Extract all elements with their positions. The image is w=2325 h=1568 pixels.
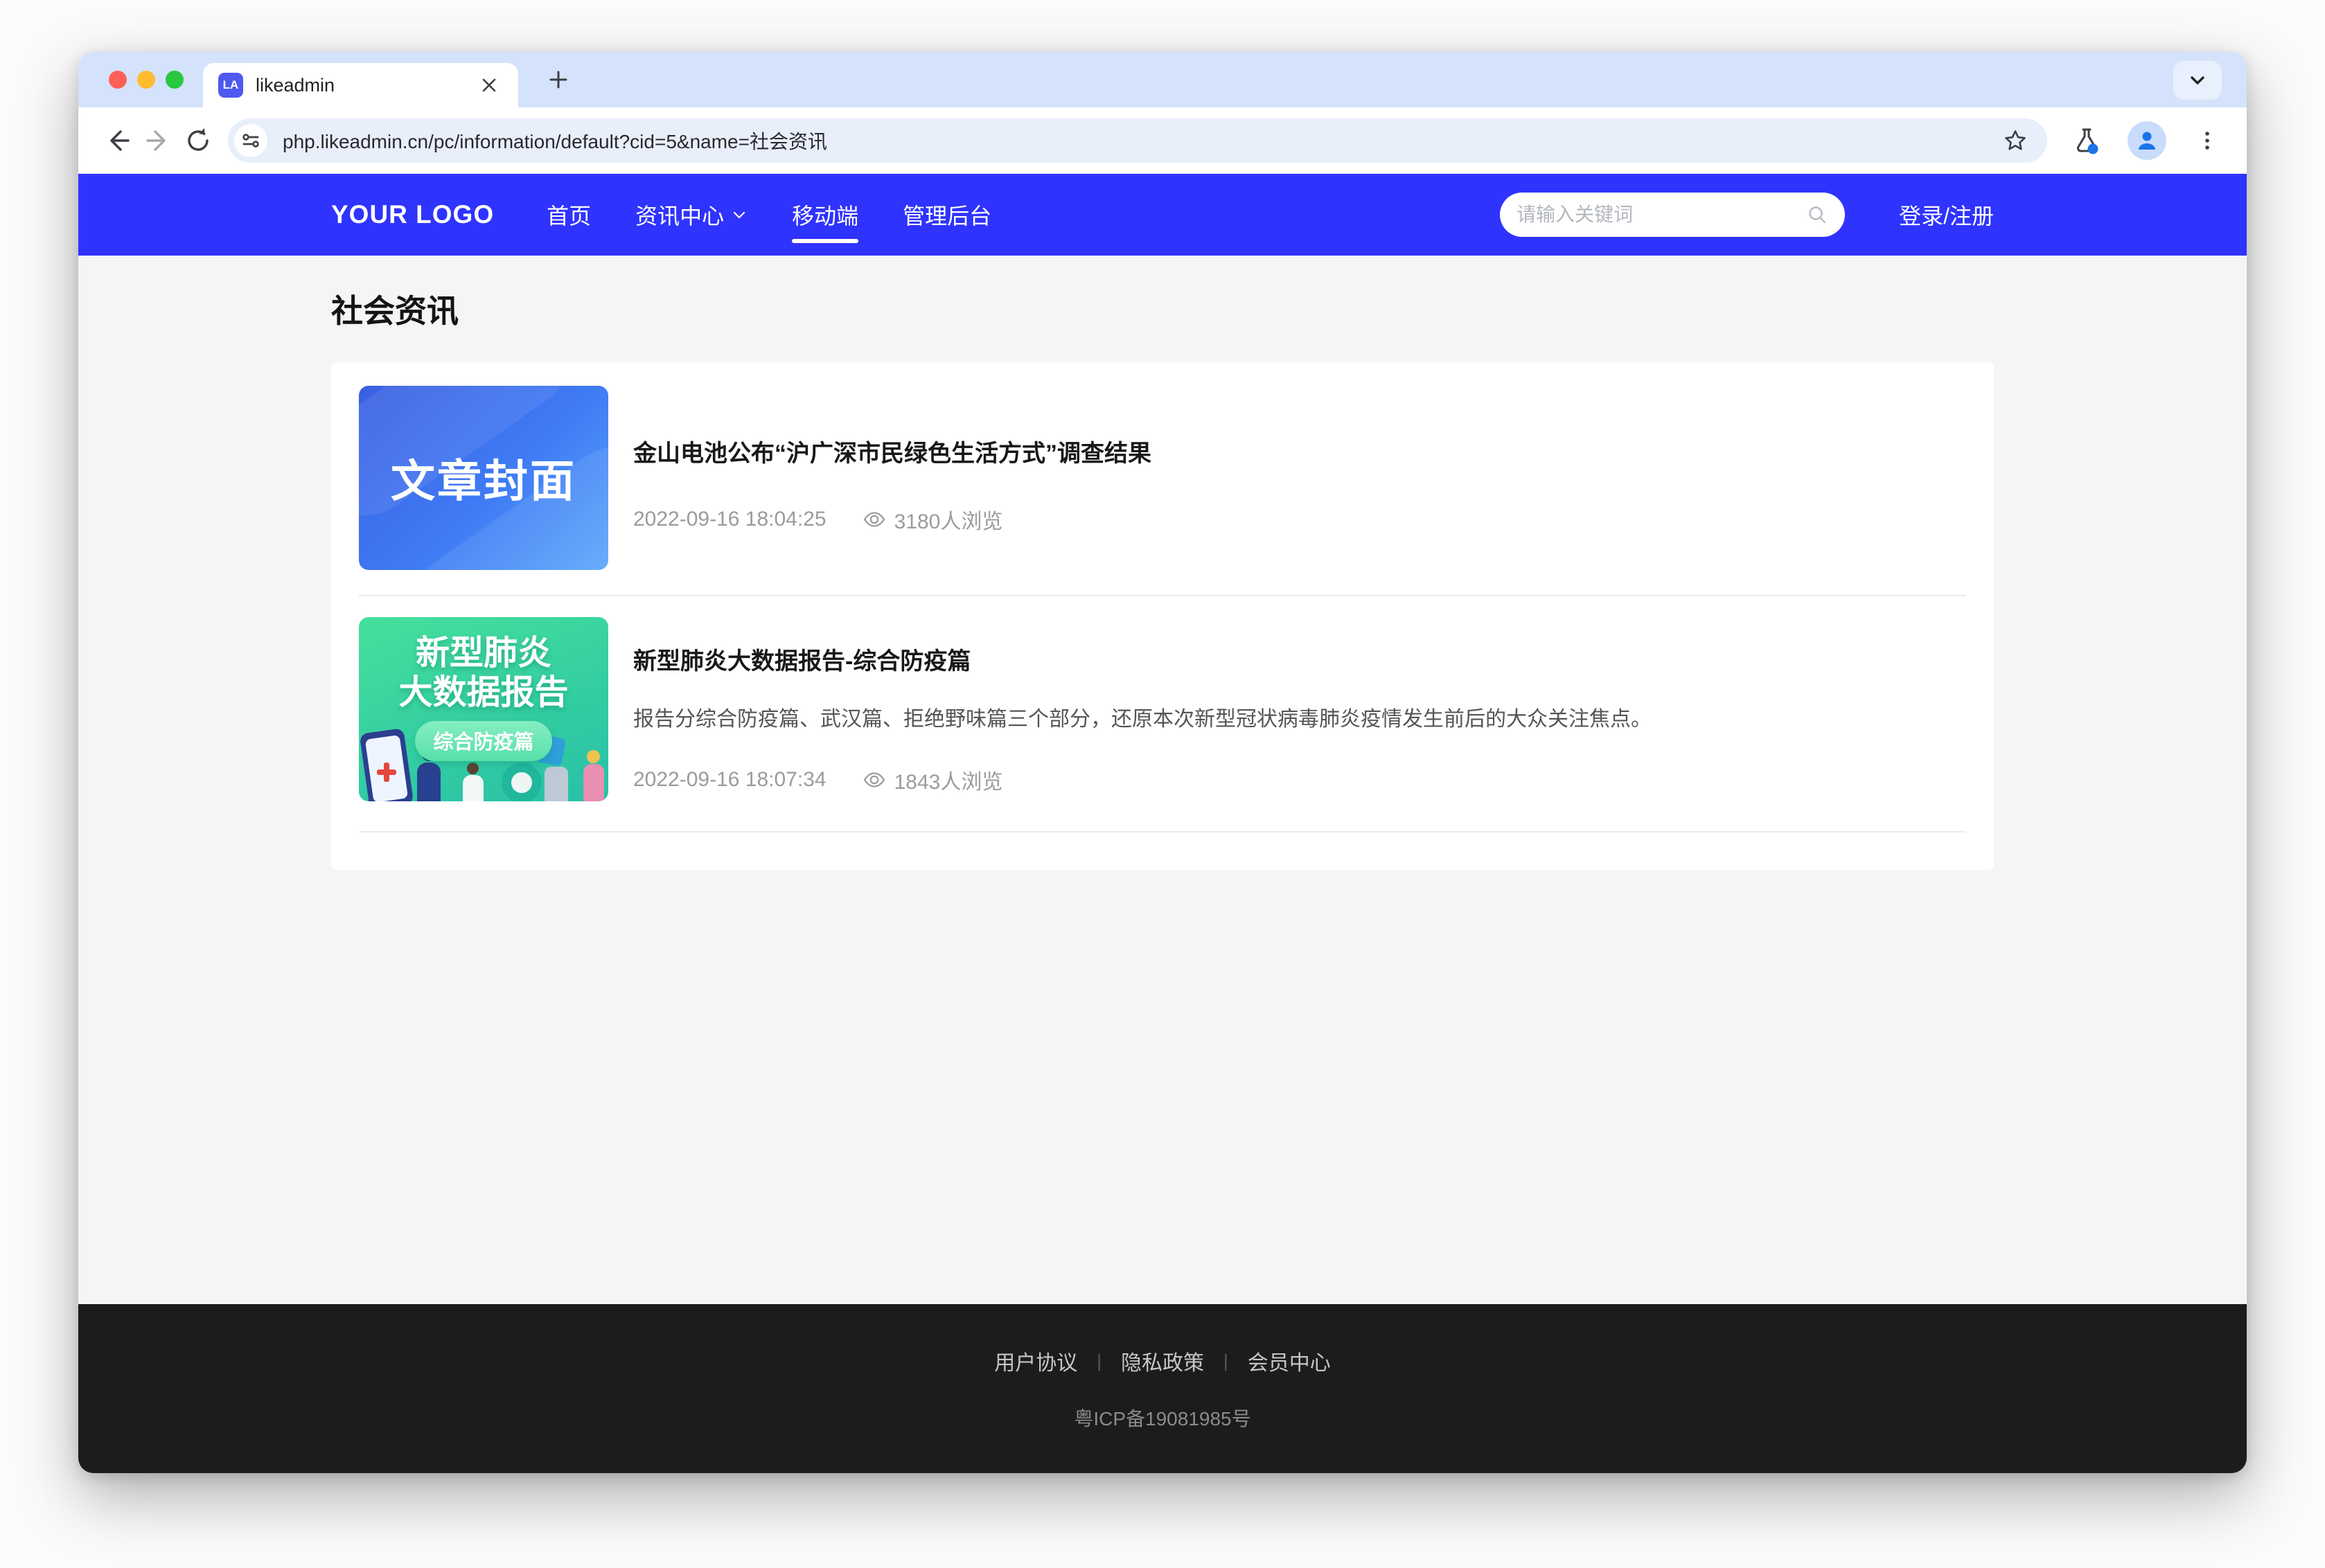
experiments-flask-icon[interactable]	[2067, 121, 2107, 161]
back-icon[interactable]	[98, 121, 138, 161]
footer-link-privacy-policy[interactable]: 隐私政策	[1121, 1346, 1204, 1376]
minimize-window-button[interactable]	[137, 71, 155, 89]
menu-item-news-center[interactable]: 资讯中心	[635, 174, 748, 256]
browser-tab[interactable]: LA likeadmin	[203, 63, 518, 107]
thumbnail-headline-1: 新型肺炎	[359, 634, 608, 673]
footer-links: 用户协议 | 隐私政策 | 会员中心	[994, 1346, 1331, 1376]
divider	[359, 595, 1966, 596]
site-logo[interactable]: YOUR LOGO	[331, 200, 494, 229]
article-title[interactable]: 金山电池公布“沪广深市民绿色生活方式”调查结果	[633, 434, 1966, 468]
article-meta: 2022-09-16 18:04:25 3180人浏览	[633, 504, 1966, 535]
eye-icon	[863, 508, 886, 531]
menu-item-mobile[interactable]: 移动端	[792, 174, 858, 256]
site-navbar: YOUR LOGO 首页 资讯中心 移动端 管理后台	[78, 174, 2247, 256]
tab-search-chevron-button[interactable]	[2173, 61, 2222, 100]
icp-record-number: 粤ICP备19081985号	[1074, 1404, 1250, 1432]
article-views: 3180人浏览	[863, 504, 1003, 535]
site-footer: 用户协议 | 隐私政策 | 会员中心 粤ICP备19081985号	[78, 1304, 2247, 1473]
main-menu: 首页 资讯中心 移动端 管理后台	[547, 174, 991, 256]
forward-icon[interactable]	[138, 121, 178, 161]
footer-separator: |	[1097, 1351, 1102, 1372]
close-window-button[interactable]	[109, 71, 127, 89]
profile-avatar-icon[interactable]	[2128, 121, 2166, 160]
article-row-1[interactable]: 文章封面 金山电池公布“沪广深市民绿色生活方式”调查结果 2022-09-16 …	[359, 386, 1966, 570]
bookmark-star-icon[interactable]	[1997, 123, 2033, 159]
toolbar-right-icons	[2067, 121, 2227, 161]
browser-window: LA likeadmin	[78, 52, 2247, 1473]
footer-link-member-center[interactable]: 会员中心	[1248, 1346, 1331, 1376]
menu-item-admin[interactable]: 管理后台	[903, 174, 991, 256]
article-1-thumbnail[interactable]: 文章封面	[359, 386, 608, 570]
chevron-down-icon	[731, 206, 748, 223]
tab-favicon: LA	[218, 73, 243, 98]
article-date: 2022-09-16 18:07:34	[633, 768, 826, 792]
site-settings-icon[interactable]	[234, 124, 267, 157]
article-2-thumbnail[interactable]: 新型肺炎 大数据报告 综合防疫篇	[359, 617, 608, 801]
page-content: 社会资讯 文章封面 金山电池公布“沪广深市民绿色生活方式”调查结果 2022-0…	[78, 256, 2247, 1304]
article-list-card: 文章封面 金山电池公布“沪广深市民绿色生活方式”调查结果 2022-09-16 …	[331, 362, 1994, 870]
article-description: 报告分综合防疫篇、武汉篇、拒绝野味篇三个部分，还原本次新型冠状病毒肺炎疫情发生前…	[633, 705, 1966, 734]
eye-icon	[863, 768, 886, 792]
thumbnail-headline-2: 大数据报告	[359, 673, 608, 713]
footer-separator: |	[1223, 1351, 1228, 1372]
tab-title: likeadmin	[256, 75, 335, 96]
tab-close-icon[interactable]	[475, 71, 503, 99]
login-register-link[interactable]: 登录/注册	[1899, 199, 1994, 231]
article-date: 2022-09-16 18:04:25	[633, 508, 826, 531]
url-text[interactable]: php.likeadmin.cn/pc/information/default?…	[283, 127, 827, 154]
new-tab-button[interactable]	[540, 62, 576, 98]
browser-menu-icon[interactable]	[2187, 121, 2227, 161]
thumbnail-badge: 综合防疫篇	[415, 721, 551, 761]
article-views: 1843人浏览	[863, 765, 1003, 795]
maximize-window-button[interactable]	[166, 71, 184, 89]
browser-toolbar: php.likeadmin.cn/pc/information/default?…	[78, 107, 2247, 174]
search-box[interactable]	[1500, 193, 1845, 237]
article-title[interactable]: 新型肺炎大数据报告-综合防疫篇	[633, 642, 1966, 676]
thumbnail-cover-text: 文章封面	[391, 446, 576, 510]
search-icon[interactable]	[1806, 204, 1828, 226]
article-meta: 2022-09-16 18:07:34 1843人浏览	[633, 765, 1966, 795]
tab-strip: LA likeadmin	[78, 52, 2247, 107]
article-row-2[interactable]: 新型肺炎 大数据报告 综合防疫篇 新型肺炎大数据报告-综合防疫篇 报告分综合防疫…	[359, 617, 1966, 801]
footer-link-user-agreement[interactable]: 用户协议	[994, 1346, 1077, 1376]
window-controls	[109, 71, 184, 89]
address-bar[interactable]: php.likeadmin.cn/pc/information/default?…	[228, 118, 2047, 163]
active-menu-underline	[792, 239, 858, 243]
divider	[359, 831, 1966, 832]
search-input[interactable]	[1517, 204, 1806, 226]
menu-item-home[interactable]: 首页	[547, 174, 591, 256]
page-title: 社会资讯	[331, 286, 1994, 332]
reload-icon[interactable]	[178, 121, 218, 161]
